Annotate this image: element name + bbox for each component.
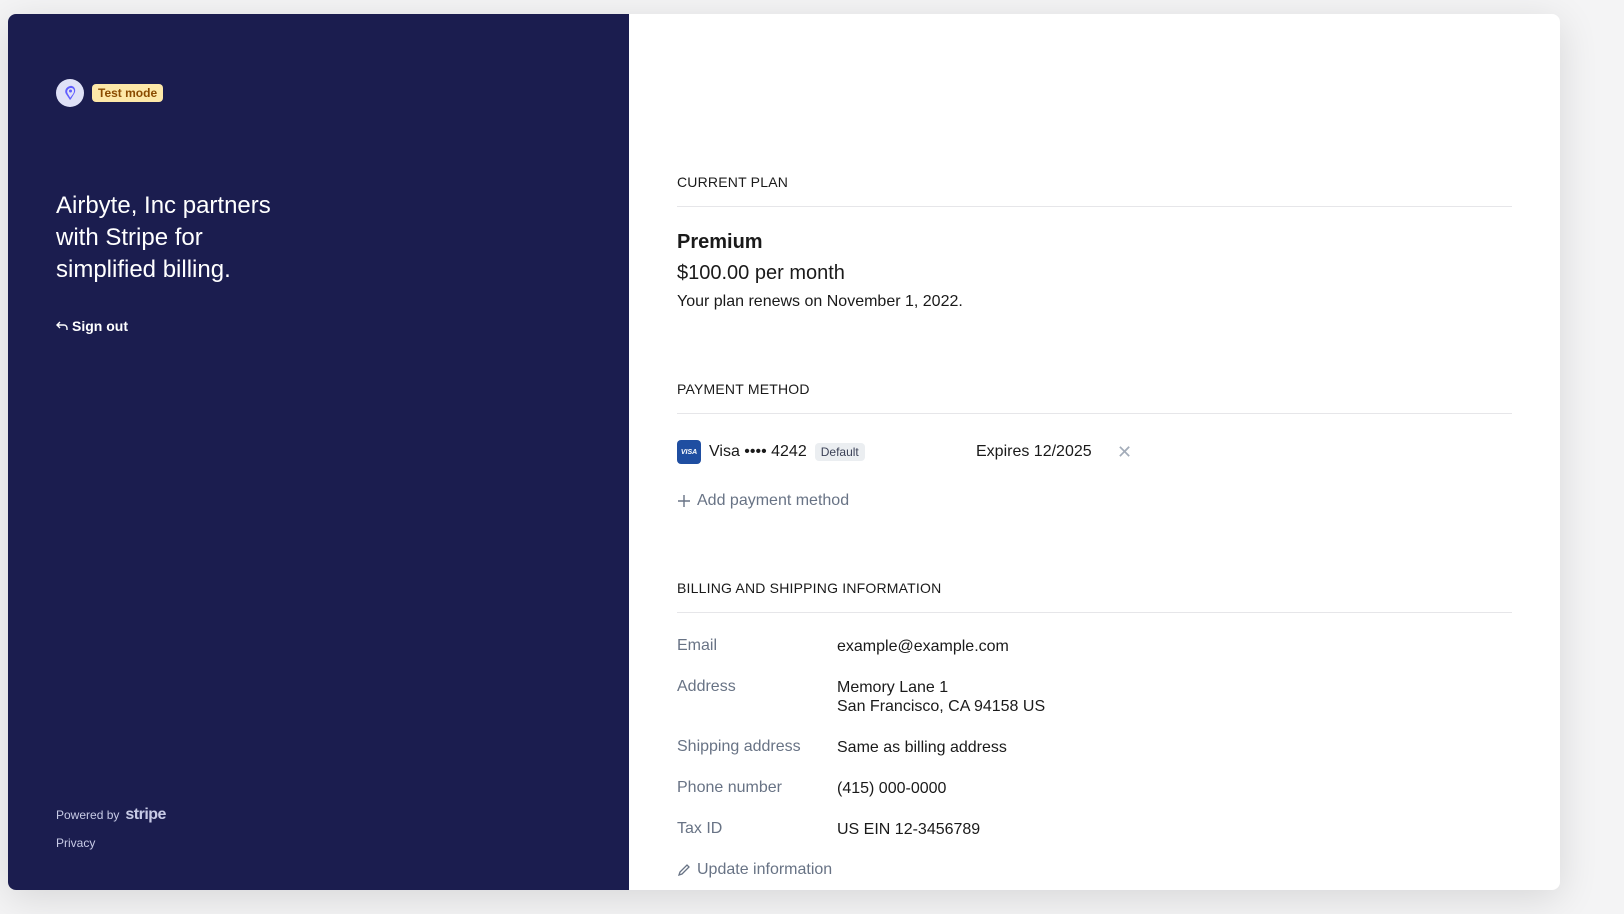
stripe-logo: stripe	[125, 806, 166, 823]
left-footer: Powered by stripe Privacy	[56, 806, 166, 850]
billing-section: BILLING AND SHIPPING INFORMATION Email e…	[677, 580, 1512, 879]
sign-out-link[interactable]: Sign out	[56, 318, 128, 334]
company-tagline: Airbyte, Inc partners with Stripe for si…	[56, 192, 271, 283]
payment-method-section: PAYMENT METHOD VISA Visa •••• 4242 Defau…	[677, 381, 1512, 510]
section-title-payment-method: PAYMENT METHOD	[677, 381, 1512, 414]
billing-portal-window: Test mode Airbyte, Inc partners with Str…	[8, 14, 1560, 890]
left-panel: Test mode Airbyte, Inc partners with Str…	[8, 14, 629, 890]
card-label: Visa •••• 4242	[709, 443, 807, 460]
section-title-current-plan: CURRENT PLAN	[677, 174, 1512, 207]
right-panel: CURRENT PLAN Premium $100.00 per month Y…	[629, 14, 1560, 890]
card-expiry: Expires 12/2025	[976, 443, 1092, 460]
plan-name: Premium	[677, 231, 763, 253]
email-value: example@example.com	[837, 638, 1009, 655]
add-payment-method-button[interactable]: Add payment method	[677, 492, 1512, 510]
remove-card-close-icon[interactable]: ✕	[1117, 442, 1132, 463]
visa-card-icon: VISA	[677, 440, 701, 464]
add-payment-method-label: Add payment method	[697, 492, 850, 509]
shipping-value: Same as billing address	[837, 739, 1007, 756]
phone-label: Phone number	[677, 779, 782, 796]
info-row-shipping: Shipping address Same as billing address	[677, 738, 1512, 757]
shipping-label: Shipping address	[677, 738, 801, 755]
phone-value: (415) 000-0000	[837, 780, 947, 797]
pencil-icon	[677, 864, 690, 877]
tax-id-label: Tax ID	[677, 820, 723, 837]
section-title-billing: BILLING AND SHIPPING INFORMATION	[677, 580, 1512, 613]
current-plan-section: CURRENT PLAN Premium $100.00 per month Y…	[677, 174, 1512, 311]
address-label: Address	[677, 678, 736, 695]
info-row-phone: Phone number (415) 000-0000	[677, 779, 1512, 798]
powered-by-stripe[interactable]: Powered by stripe	[56, 806, 166, 824]
payment-method-row: VISA Visa •••• 4242 Default Expires 12/2…	[677, 440, 1512, 464]
sign-out-label: Sign out	[72, 318, 128, 334]
sign-out-arrow-icon	[56, 321, 68, 330]
privacy-link[interactable]: Privacy	[56, 836, 166, 850]
address-value: Memory Lane 1 San Francisco, CA 94158 US	[837, 678, 1045, 716]
tax-id-value: US EIN 12-3456789	[837, 821, 981, 838]
powered-by-label: Powered by	[56, 808, 120, 822]
address-line-2: San Francisco, CA 94158 US	[837, 698, 1046, 715]
plus-icon	[678, 495, 690, 507]
default-badge: Default	[814, 443, 865, 461]
address-line-1: Memory Lane 1	[837, 679, 949, 696]
email-label: Email	[677, 637, 718, 654]
plan-renew-text: Your plan renews on November 1, 2022.	[677, 293, 963, 310]
test-mode-badge: Test mode	[92, 84, 164, 102]
airbyte-logo-icon	[56, 79, 84, 107]
update-information-label: Update information	[697, 861, 833, 878]
brand: Test mode	[56, 79, 164, 107]
info-row-address: Address Memory Lane 1 San Francisco, CA …	[677, 678, 1512, 716]
plan-price: $100.00 per month	[677, 262, 845, 284]
update-information-button[interactable]: Update information	[677, 861, 1512, 879]
info-row-email: Email example@example.com	[677, 637, 1512, 656]
info-row-tax: Tax ID US EIN 12-3456789	[677, 820, 1512, 839]
